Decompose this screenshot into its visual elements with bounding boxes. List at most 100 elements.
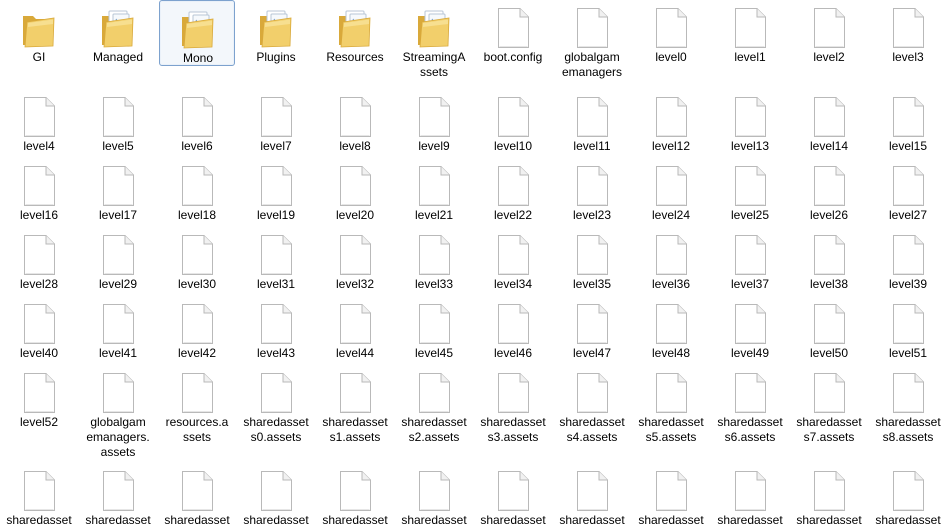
file-icon	[732, 371, 768, 415]
file-item-level20[interactable]: level20	[317, 158, 393, 224]
file-item-level35[interactable]: level35	[554, 227, 630, 293]
file-item-level42[interactable]: level42	[159, 296, 235, 362]
file-item-level21[interactable]: level21	[396, 158, 472, 224]
file-item-level27[interactable]: level27	[870, 158, 946, 224]
file-item-level25[interactable]: level25	[712, 158, 788, 224]
folder-item-plugins[interactable]: Plugins	[238, 0, 314, 66]
file-item-resources-assets[interactable]: resources.a ssets	[159, 365, 235, 444]
file-item-level36[interactable]: level36	[633, 227, 709, 293]
file-item-level40[interactable]: level40	[1, 296, 77, 362]
file-item-level39[interactable]: level39	[870, 227, 946, 293]
file-item-level48[interactable]: level48	[633, 296, 709, 362]
file-item-level34[interactable]: level34	[475, 227, 551, 293]
file-item-sharedassets8-assets[interactable]: sharedasset s8.assets	[870, 365, 946, 444]
file-item-level6[interactable]: level6	[159, 89, 235, 155]
folder-item-gi[interactable]: GI	[1, 0, 77, 66]
file-item-level22[interactable]: level22	[475, 158, 551, 224]
file-icon	[416, 469, 452, 513]
file-item-sharedasset-78[interactable]: sharedasset	[475, 463, 551, 529]
file-item-level32[interactable]: level32	[317, 227, 393, 293]
file-item-sharedasset-82[interactable]: sharedasset	[791, 463, 867, 529]
file-item-level1[interactable]: level1	[712, 0, 788, 66]
file-icon	[337, 233, 373, 277]
file-item-level43[interactable]: level43	[238, 296, 314, 362]
file-item-level8[interactable]: level8	[317, 89, 393, 155]
file-item-sharedassets7-assets[interactable]: sharedasset s7.assets	[791, 365, 867, 444]
file-item-level50[interactable]: level50	[791, 296, 867, 362]
file-item-level16[interactable]: level16	[1, 158, 77, 224]
file-item-level28[interactable]: level28	[1, 227, 77, 293]
file-item-sharedasset-76[interactable]: sharedasset	[317, 463, 393, 529]
file-item-globalgamemanagers-assets[interactable]: globalgam emanagers. assets	[80, 365, 156, 459]
file-item-level49[interactable]: level49	[712, 296, 788, 362]
file-item-sharedasset-80[interactable]: sharedasset	[633, 463, 709, 529]
file-item-sharedasset-73[interactable]: sharedasset	[80, 463, 156, 529]
file-item-sharedasset-83[interactable]: sharedasset	[870, 463, 946, 529]
file-icon	[100, 469, 136, 513]
file-item-level5[interactable]: level5	[80, 89, 156, 155]
file-item-level41[interactable]: level41	[80, 296, 156, 362]
file-item-level38[interactable]: level38	[791, 227, 867, 293]
file-item-sharedassets4-assets[interactable]: sharedasset s4.assets	[554, 365, 630, 444]
file-item-sharedasset-72[interactable]: sharedasset	[1, 463, 77, 529]
file-item-level31[interactable]: level31	[238, 227, 314, 293]
file-item-level37[interactable]: level37	[712, 227, 788, 293]
file-icon	[179, 164, 215, 208]
file-item-sharedassets5-assets[interactable]: sharedasset s5.assets	[633, 365, 709, 444]
file-item-level2[interactable]: level2	[791, 0, 867, 66]
file-item-level18[interactable]: level18	[159, 158, 235, 224]
item-label: level29	[98, 277, 138, 291]
file-item-level7[interactable]: level7	[238, 89, 314, 155]
folder-item-managed[interactable]: Managed	[80, 0, 156, 66]
item-label: level0	[655, 50, 687, 64]
file-item-level29[interactable]: level29	[80, 227, 156, 293]
file-item-level17[interactable]: level17	[80, 158, 156, 224]
file-item-level9[interactable]: level9	[396, 89, 472, 155]
file-item-sharedassets2-assets[interactable]: sharedasset s2.assets	[396, 365, 472, 444]
file-item-level0[interactable]: level0	[633, 0, 709, 66]
file-item-level33[interactable]: level33	[396, 227, 472, 293]
file-icon	[416, 371, 452, 415]
file-item-level47[interactable]: level47	[554, 296, 630, 362]
file-item-sharedasset-81[interactable]: sharedasset	[712, 463, 788, 529]
file-item-level12[interactable]: level12	[633, 89, 709, 155]
file-icon	[890, 6, 926, 50]
file-item-level3[interactable]: level3	[870, 0, 946, 66]
file-item-level11[interactable]: level11	[554, 89, 630, 155]
file-item-level10[interactable]: level10	[475, 89, 551, 155]
file-item-level26[interactable]: level26	[791, 158, 867, 224]
folder-item-resources[interactable]: Resources	[317, 0, 393, 66]
file-item-level30[interactable]: level30	[159, 227, 235, 293]
file-item-level19[interactable]: level19	[238, 158, 314, 224]
file-item-level13[interactable]: level13	[712, 89, 788, 155]
folder-item-mono[interactable]: Mono	[159, 0, 235, 66]
file-item-level46[interactable]: level46	[475, 296, 551, 362]
file-list-view[interactable]: GI Managed Mono Plugins Resources Stream…	[0, 0, 949, 529]
file-item-sharedasset-79[interactable]: sharedasset	[554, 463, 630, 529]
file-item-level45[interactable]: level45	[396, 296, 472, 362]
file-icon	[811, 233, 847, 277]
file-item-sharedassets1-assets[interactable]: sharedasset s1.assets	[317, 365, 393, 444]
folder-item-streamingassets[interactable]: StreamingA ssets	[396, 0, 472, 79]
file-icon	[337, 302, 373, 346]
file-item-level4[interactable]: level4	[1, 89, 77, 155]
file-item-sharedasset-74[interactable]: sharedasset	[159, 463, 235, 529]
file-item-level44[interactable]: level44	[317, 296, 393, 362]
item-label: level34	[493, 277, 533, 291]
file-item-level23[interactable]: level23	[554, 158, 630, 224]
file-item-level24[interactable]: level24	[633, 158, 709, 224]
file-item-level14[interactable]: level14	[791, 89, 867, 155]
file-item-level51[interactable]: level51	[870, 296, 946, 362]
file-item-sharedasset-75[interactable]: sharedasset	[238, 463, 314, 529]
file-item-sharedassets6-assets[interactable]: sharedasset s6.assets	[712, 365, 788, 444]
file-item-sharedassets0-assets[interactable]: sharedasset s0.assets	[238, 365, 314, 444]
file-item-sharedasset-77[interactable]: sharedasset	[396, 463, 472, 529]
file-item-sharedassets3-assets[interactable]: sharedasset s3.assets	[475, 365, 551, 444]
item-label: sharedasset	[164, 513, 230, 527]
file-item-level15[interactable]: level15	[870, 89, 946, 155]
file-item-globalgamemanagers[interactable]: globalgam emanagers	[554, 0, 630, 79]
file-icon	[732, 164, 768, 208]
file-icon	[653, 164, 689, 208]
file-item-boot-config[interactable]: boot.config	[475, 0, 551, 66]
file-item-level52[interactable]: level52	[1, 365, 77, 431]
